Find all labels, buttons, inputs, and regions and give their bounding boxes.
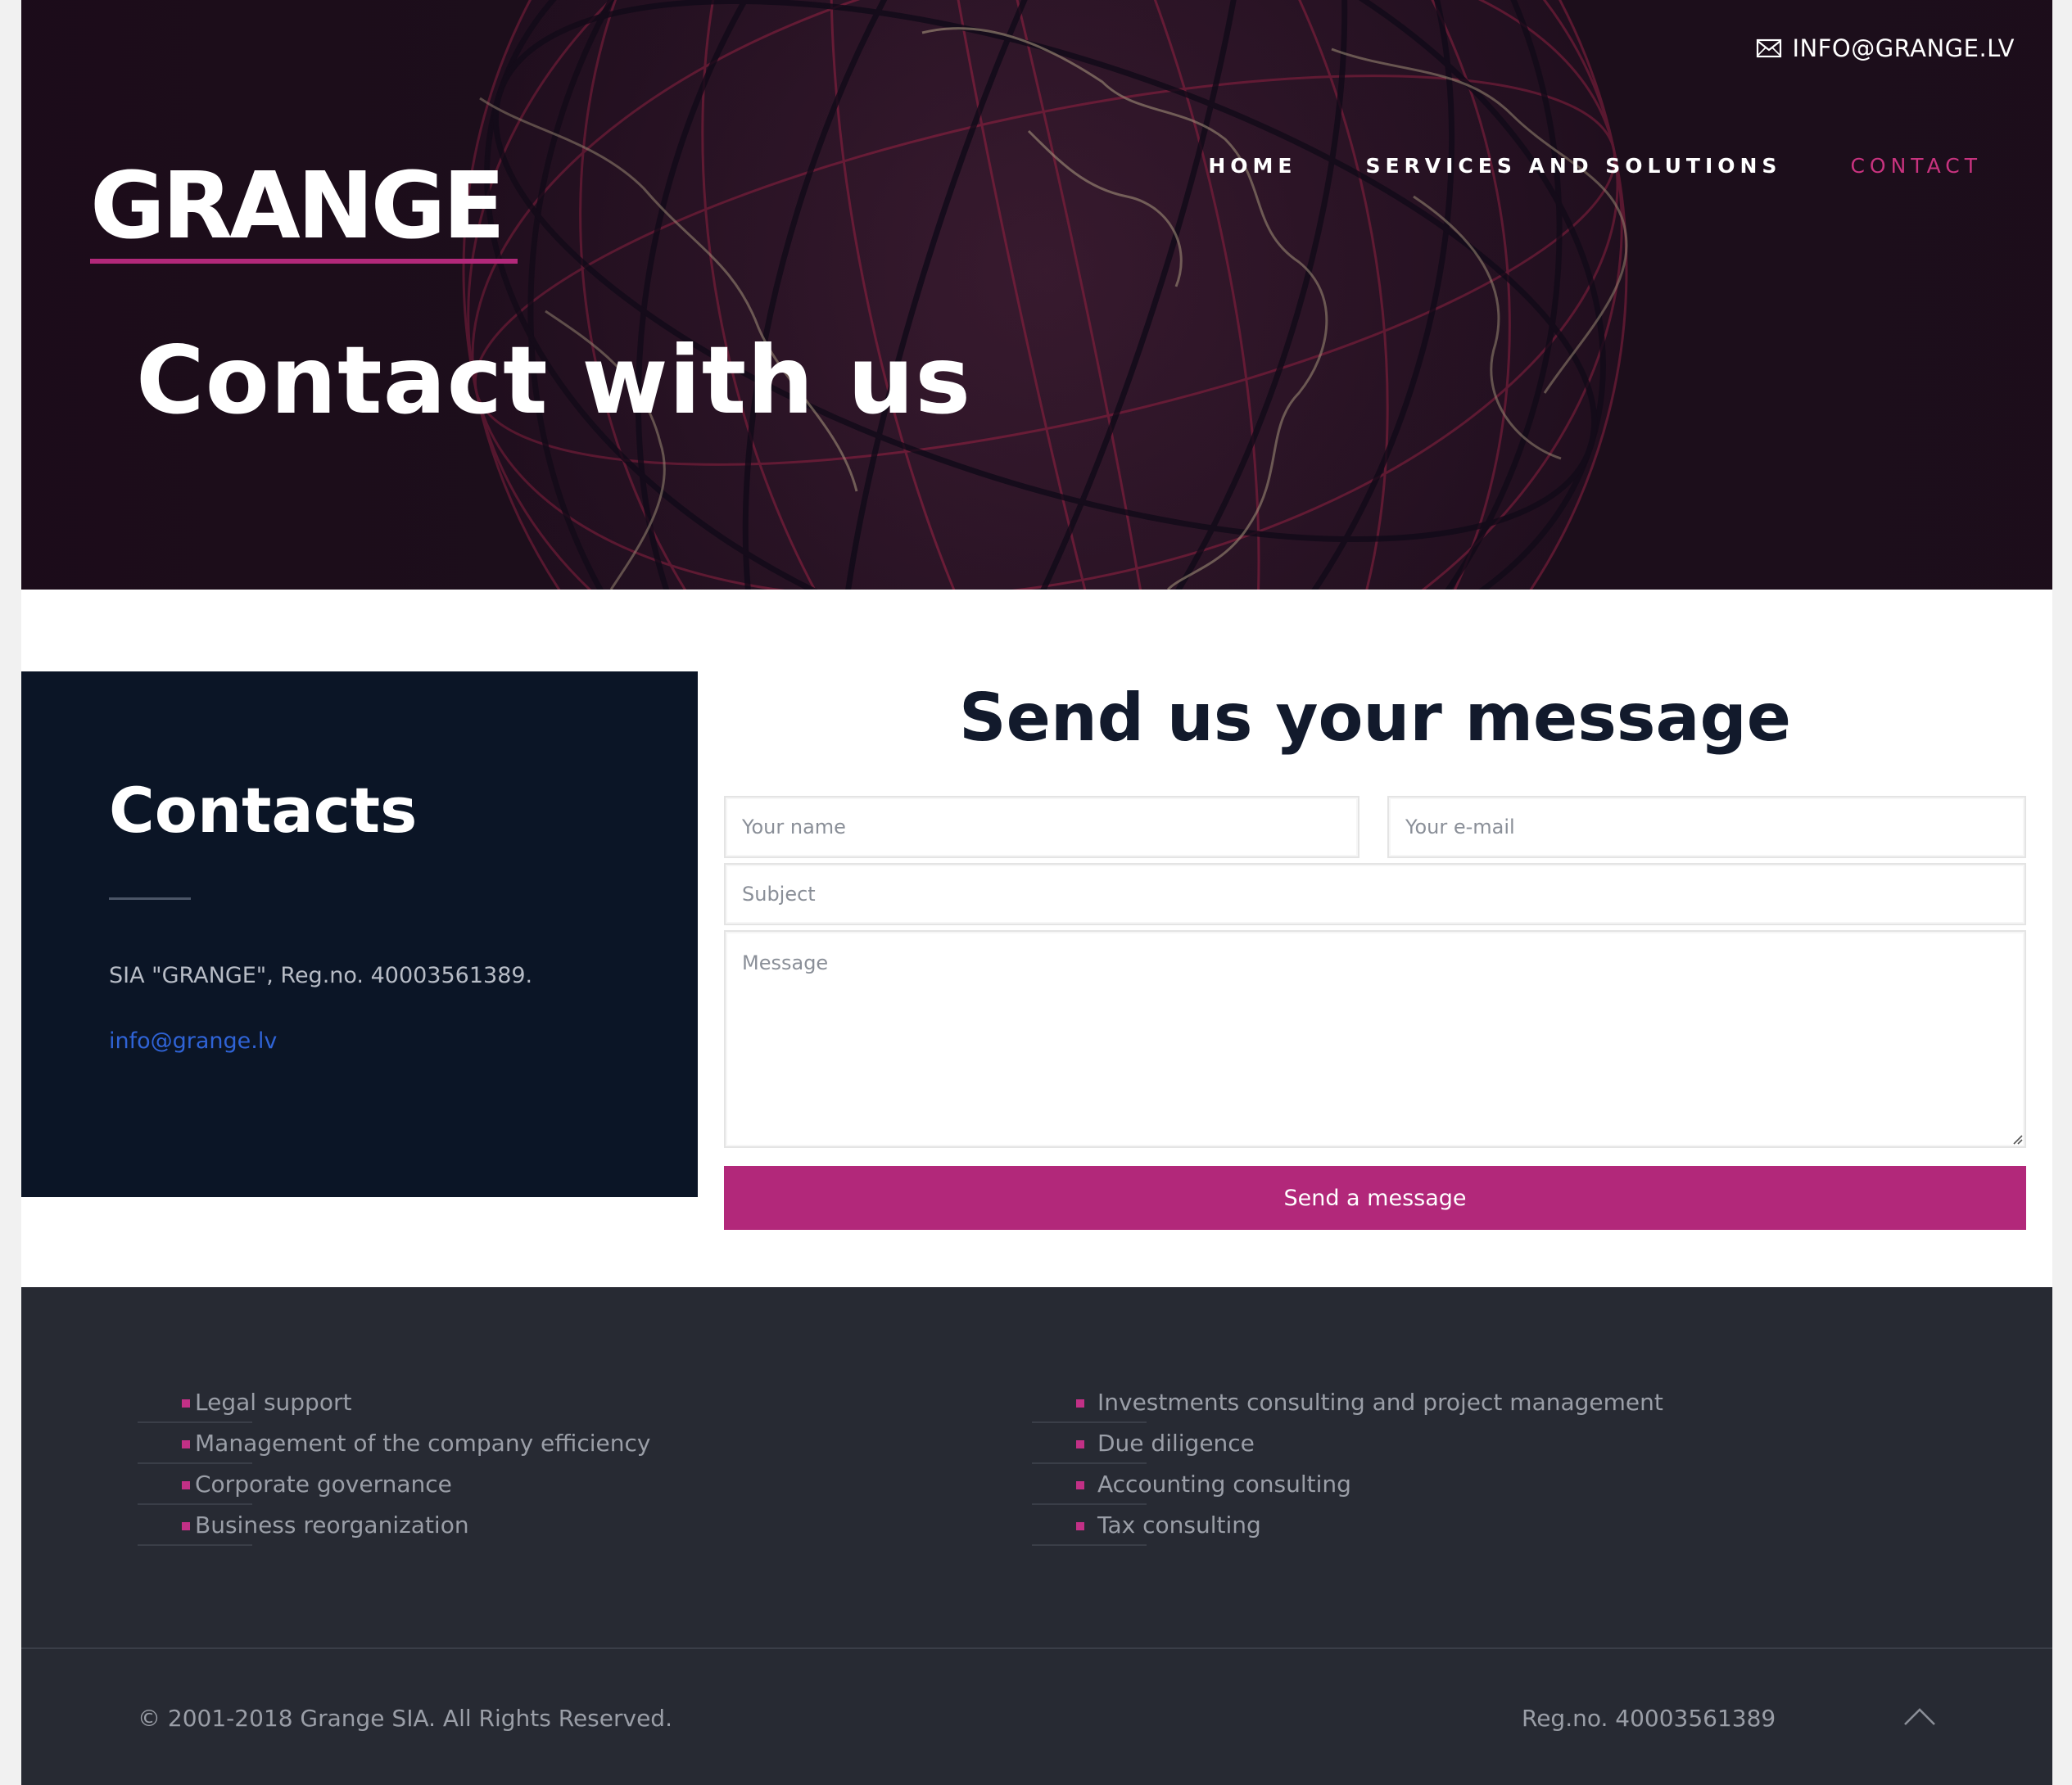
hero-overlay (21, 0, 2052, 590)
service-link[interactable]: Corporate governance (138, 1464, 650, 1505)
nav-item-services-and-solutions[interactable]: SERVICES AND SOLUTIONS (1365, 154, 1781, 178)
square-bullet-icon (182, 1481, 190, 1489)
page-title: Contact with us (136, 326, 972, 435)
nav-item-contact[interactable]: CONTACT (1850, 154, 1982, 178)
company-info: SIA "GRANGE", Reg.no. 40003561389. (109, 963, 533, 988)
service-link[interactable]: Due diligence (1032, 1423, 1663, 1464)
footer: Legal support Management of the company … (21, 1287, 2052, 1785)
header-email-text: INFO@GRANGE.LV (1792, 34, 2015, 62)
square-bullet-icon (1076, 1440, 1084, 1448)
page: INFO@GRANGE.LV GRANGE HOME SERVICES AND … (21, 0, 2052, 1785)
subject-input[interactable] (724, 863, 2026, 925)
contacts-heading: Contacts (109, 774, 418, 847)
resize-handle-icon[interactable] (2010, 1132, 2023, 1145)
service-link[interactable]: Legal support (138, 1382, 650, 1423)
header-email-link[interactable]: INFO@GRANGE.LV (1756, 34, 2015, 62)
footer-divider (21, 1647, 2052, 1649)
service-label: Business reorganization (195, 1512, 469, 1539)
copyright-text: © 2001-2018 Grange SIA. All Rights Reser… (138, 1705, 672, 1732)
contacts-card: Contacts SIA "GRANGE", Reg.no. 400035613… (21, 671, 698, 1197)
services-list-left: Legal support Management of the company … (138, 1382, 650, 1546)
name-input[interactable] (724, 796, 1359, 858)
service-label: Accounting consulting (1097, 1471, 1351, 1498)
service-label: Management of the company efficiency (195, 1430, 651, 1457)
service-label: Legal support (195, 1389, 352, 1416)
grange-logo[interactable]: GRANGE (90, 160, 518, 267)
footer-registration-number: Reg.no. 40003561389 (1522, 1705, 1776, 1732)
square-bullet-icon (182, 1522, 190, 1530)
service-link[interactable]: Business reorganization (138, 1505, 650, 1546)
square-bullet-icon (182, 1399, 190, 1408)
service-label: Investments consulting and project manag… (1097, 1389, 1663, 1416)
message-textarea[interactable] (724, 930, 2026, 1148)
service-label: Due diligence (1097, 1430, 1255, 1457)
nav-item-home[interactable]: HOME (1208, 154, 1296, 178)
square-bullet-icon (1076, 1522, 1084, 1530)
square-bullet-icon (182, 1440, 190, 1448)
contacts-email-link[interactable]: info@grange.lv (109, 1028, 277, 1054)
services-list-right: Investments consulting and project manag… (1032, 1382, 1663, 1546)
service-underline (1032, 1544, 1147, 1546)
service-link[interactable]: Investments consulting and project manag… (1032, 1382, 1663, 1423)
logo-underline (90, 259, 518, 264)
service-underline (138, 1544, 252, 1546)
logo-wordmark: GRANGE (90, 153, 505, 260)
service-link[interactable]: Accounting consulting (1032, 1464, 1663, 1505)
form-heading: Send us your message (958, 680, 1792, 756)
square-bullet-icon (1076, 1399, 1084, 1408)
square-bullet-icon (1076, 1481, 1084, 1489)
main-navigation: HOME SERVICES AND SOLUTIONS CONTACT (1208, 154, 1982, 178)
send-message-button[interactable]: Send a message (724, 1166, 2026, 1230)
email-input[interactable] (1387, 796, 2026, 858)
contacts-divider (109, 897, 191, 900)
service-link[interactable]: Tax consulting (1032, 1505, 1663, 1546)
hero-banner: INFO@GRANGE.LV GRANGE HOME SERVICES AND … (21, 0, 2052, 590)
service-label: Tax consulting (1097, 1512, 1261, 1539)
envelope-icon (1757, 38, 1782, 58)
chevron-up-icon[interactable] (1902, 1705, 1938, 1728)
service-link[interactable]: Management of the company efficiency (138, 1423, 650, 1464)
service-label: Corporate governance (195, 1471, 452, 1498)
